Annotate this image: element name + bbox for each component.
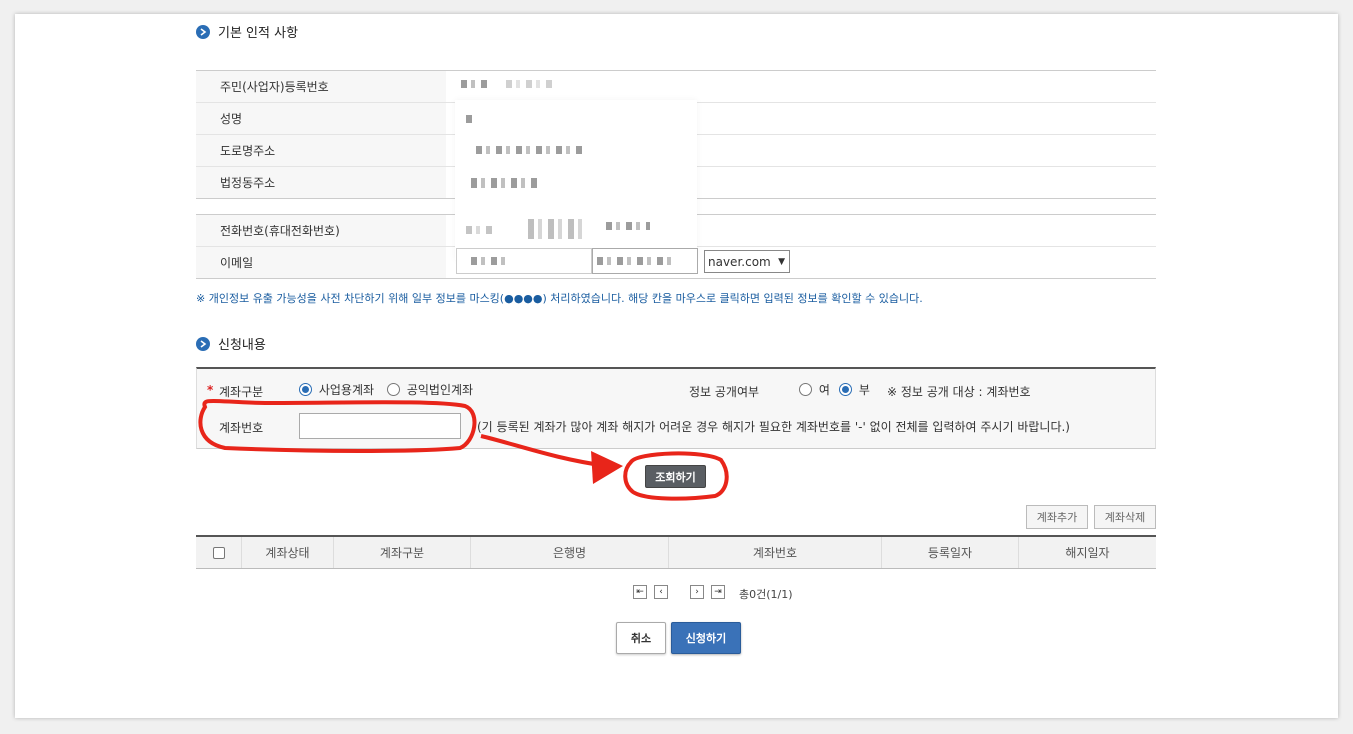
radio-off-icon[interactable] <box>387 383 400 396</box>
select-value: naver.com <box>708 254 771 269</box>
info-label: 법정동주소 <box>196 167 446 198</box>
search-button[interactable]: 조회하기 <box>645 465 706 488</box>
masked-text <box>466 226 496 234</box>
info-row-id: 주민(사업자)등록번호 <box>196 71 1156 103</box>
masking-note: ※ 개인정보 유출 가능성을 사전 차단하기 위해 일부 정보를 마스킹(●●●… <box>196 292 923 305</box>
radio-label: 사업용계좌 <box>318 383 375 397</box>
accounts-table-header: 계좌상태 계좌구분 은행명 계좌번호 등록일자 해지일자 <box>196 535 1156 569</box>
radio-public-corp-account[interactable]: 공익법인계좌 <box>387 381 473 398</box>
masked-text <box>597 257 677 265</box>
masked-text <box>606 222 650 230</box>
arrow-head-icon <box>591 451 623 484</box>
column-header: 등록일자 <box>882 537 1019 568</box>
radio-label: 부 <box>858 383 870 397</box>
first-page-icon[interactable]: ⇤ <box>633 585 647 599</box>
masked-text <box>471 257 507 265</box>
total-count: 총0건(1/1) <box>739 588 793 601</box>
masked-value[interactable] <box>446 71 1156 102</box>
disclosure-label: 정보 공개여부 <box>689 385 760 399</box>
add-account-button[interactable]: 계좌추가 <box>1026 505 1088 529</box>
last-page-icon[interactable]: ⇥ <box>711 585 725 599</box>
submit-button[interactable]: 신청하기 <box>671 622 741 654</box>
page-container: 기본 인적 사항 주민(사업자)등록번호 성명 도로명주소 법정동주소 전화번호… <box>15 14 1338 718</box>
masked-text <box>528 219 584 239</box>
required-mark: * <box>207 383 214 397</box>
info-label: 도로명주소 <box>196 135 446 166</box>
account-number-hint: (기 등록된 계좌가 많아 계좌 해지가 어려운 경우 해지가 필요한 계좌번호… <box>477 420 1070 434</box>
next-page-icon[interactable]: › <box>690 585 704 599</box>
account-type-label: 계좌구분 <box>219 385 264 399</box>
chevron-down-icon: ▼ <box>778 256 785 267</box>
info-label: 주민(사업자)등록번호 <box>196 71 446 102</box>
column-header: 계좌구분 <box>334 537 471 568</box>
masked-text <box>506 80 552 88</box>
cancel-button[interactable]: 취소 <box>616 622 666 654</box>
radio-business-account[interactable]: 사업용계좌 <box>299 381 374 398</box>
info-label: 전화번호(휴대전화번호) <box>196 215 446 246</box>
radio-disclosure-yes[interactable]: 여 <box>799 381 830 398</box>
radio-label: 공익법인계좌 <box>406 383 474 397</box>
email-id-field[interactable] <box>456 248 592 274</box>
section-title-request: 신청내용 <box>196 334 266 353</box>
account-number-label: 계좌번호 <box>219 421 264 435</box>
radio-off-icon[interactable] <box>799 383 812 396</box>
section-title-basic: 기본 인적 사항 <box>196 22 298 41</box>
masked-text <box>466 115 472 123</box>
disclosure-note: ※ 정보 공개 대상 : 계좌번호 <box>887 385 1031 399</box>
radio-disclosure-no[interactable]: 부 <box>839 381 870 398</box>
radio-on-icon[interactable] <box>299 383 312 396</box>
arrow-bullet-icon <box>196 336 210 351</box>
radio-label: 여 <box>818 383 830 397</box>
column-header: 은행명 <box>471 537 669 568</box>
masked-text <box>461 80 491 88</box>
arrow-bullet-icon <box>196 24 210 39</box>
delete-account-button[interactable]: 계좌삭제 <box>1094 505 1156 529</box>
email-domain-field[interactable] <box>592 248 698 274</box>
masked-text <box>471 178 541 188</box>
select-all-checkbox[interactable] <box>212 546 225 559</box>
info-label: 성명 <box>196 103 446 134</box>
section-title-text: 신청내용 <box>218 338 266 353</box>
account-number-input[interactable] <box>299 413 461 439</box>
column-header: 계좌번호 <box>669 537 882 568</box>
email-domain-select[interactable]: naver.com ▼ <box>704 250 790 273</box>
radio-on-icon[interactable] <box>839 383 852 396</box>
column-header: 계좌상태 <box>242 537 334 568</box>
masked-text <box>476 146 586 154</box>
info-label: 이메일 <box>196 247 446 278</box>
column-header: 해지일자 <box>1065 546 1110 560</box>
prev-page-icon[interactable]: ‹ <box>654 585 668 599</box>
select-all-cell <box>196 537 242 568</box>
request-form: * 계좌구분 사업용계좌 공익법인계좌 정보 공개여부 여 부 ※ 정보 공개 … <box>196 367 1156 449</box>
section-title-text: 기본 인적 사항 <box>218 26 299 41</box>
